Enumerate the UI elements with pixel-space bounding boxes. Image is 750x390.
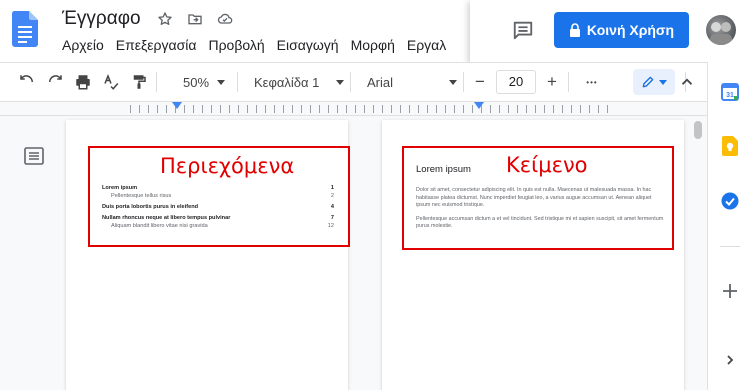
left-indent-marker[interactable]	[172, 102, 182, 109]
toolbar-divider	[568, 72, 569, 92]
spellcheck-icon[interactable]	[100, 68, 122, 96]
font-size-input[interactable]: 20	[496, 70, 536, 94]
scrollbar-thumb[interactable]	[694, 121, 702, 139]
document-outline-icon[interactable]	[24, 147, 44, 165]
document-title[interactable]: Έγγραφο	[62, 8, 141, 30]
chevron-right-icon[interactable]	[720, 350, 740, 370]
chevron-down-icon	[217, 79, 226, 85]
toc-entry[interactable]: Pellentesque tellus risus 2	[102, 192, 334, 200]
chevron-down-icon	[336, 79, 344, 85]
chevron-down-icon	[449, 79, 457, 85]
collapse-menus-icon[interactable]	[678, 73, 696, 91]
zoom-dropdown[interactable]: 50%	[177, 68, 231, 96]
table-of-contents[interactable]: Lorem ipsum 1 Pellentesque tellus risus 2 …	[102, 184, 334, 230]
paragraph-style-value: Κεφαλίδα 1	[254, 74, 320, 90]
menu-tools[interactable]: Εργαλ	[401, 37, 452, 53]
menu-bar: Αρχείο Επεξεργασία Προβολή Εισαγωγή Μορφ…	[56, 37, 452, 53]
body-text[interactable]: Lorem ipsum Dolor sit amet, consectetur …	[416, 164, 664, 237]
menu-insert[interactable]: Εισαγωγή	[271, 37, 345, 53]
pencil-icon	[642, 76, 654, 88]
document-canvas[interactable]: Περιεχόμενα Lorem ipsum 1 Pellentesque te…	[0, 117, 707, 390]
ruler[interactable]	[0, 102, 707, 116]
redo-icon[interactable]	[44, 68, 66, 96]
cloud-status-icon[interactable]	[216, 10, 234, 28]
toc-entry[interactable]: Duis porta lobortis purus in eleifend 4	[102, 203, 334, 211]
menu-file[interactable]: Αρχείο	[56, 37, 110, 53]
body-paragraph: Pellentesque accumsan dictum a et vel ti…	[416, 215, 664, 230]
contents-callout-label: Περιεχόμενα	[160, 154, 295, 178]
share-panel: Κοινή Χρήση	[470, 0, 750, 62]
vertical-scrollbar[interactable]	[690, 117, 707, 390]
text-callout: Κείμενο Lorem ipsum Dolor sit amet, cons…	[402, 146, 674, 250]
document-page[interactable]: Κείμενο Lorem ipsum Dolor sit amet, cons…	[382, 120, 684, 390]
toolbar-divider	[237, 72, 238, 92]
menu-edit[interactable]: Επεξεργασία	[110, 37, 203, 53]
menu-format[interactable]: Μορφή	[345, 37, 401, 53]
share-button-label: Κοινή Χρήση	[586, 22, 675, 38]
toc-entry[interactable]: Lorem ipsum 1	[102, 184, 334, 192]
right-indent-marker[interactable]	[474, 102, 484, 109]
account-avatar[interactable]	[706, 15, 736, 45]
toc-entry[interactable]: Aliquam blandit libero vitae nisi gravid…	[102, 222, 334, 230]
menu-view[interactable]: Προβολή	[202, 37, 270, 53]
contents-callout: Περιεχόμενα Lorem ipsum 1 Pellentesque te…	[88, 146, 350, 247]
print-icon[interactable]	[72, 68, 94, 96]
share-button[interactable]: Κοινή Χρήση	[554, 12, 689, 48]
add-addon-icon[interactable]	[720, 281, 740, 301]
docs-logo-icon[interactable]	[12, 11, 38, 47]
paragraph-style-dropdown[interactable]: Κεφαλίδα 1	[254, 68, 344, 96]
lock-icon	[569, 23, 580, 37]
side-panel-divider	[720, 246, 740, 247]
side-panel: 31	[707, 62, 750, 390]
document-page[interactable]: Περιεχόμενα Lorem ipsum 1 Pellentesque te…	[66, 120, 350, 390]
paint-format-icon[interactable]	[128, 68, 150, 96]
calendar-icon[interactable]: 31	[720, 82, 740, 102]
keep-icon[interactable]	[720, 136, 740, 156]
comments-icon[interactable]	[512, 19, 534, 41]
ruler-ticks	[130, 105, 610, 113]
zoom-value: 50%	[182, 74, 210, 90]
decrease-font-size-button[interactable]: −	[470, 68, 490, 96]
editing-mode-button[interactable]	[633, 69, 675, 95]
star-icon[interactable]	[156, 10, 174, 28]
toolbar-divider	[463, 72, 464, 92]
font-value: Arial	[367, 74, 394, 90]
tasks-icon[interactable]	[720, 191, 740, 211]
toc-entry[interactable]: Nullam rhoncus neque at libero tempus pu…	[102, 214, 334, 222]
move-folder-icon[interactable]	[186, 10, 204, 28]
svg-text:31: 31	[726, 92, 734, 99]
font-dropdown[interactable]: Arial	[367, 68, 457, 96]
more-options-icon[interactable]: •••	[581, 68, 603, 96]
increase-font-size-button[interactable]: +	[542, 68, 562, 96]
chevron-down-icon	[659, 79, 667, 85]
toolbar-divider	[350, 72, 351, 92]
toolbar-divider	[156, 72, 157, 92]
body-paragraph: Dolor sit amet, consectetur adipiscing e…	[416, 187, 652, 209]
body-heading: Lorem ipsum	[416, 164, 471, 175]
undo-icon[interactable]	[16, 68, 38, 96]
formatting-toolbar: 50% Κεφαλίδα 1 Arial − 20 + •••	[0, 62, 707, 102]
